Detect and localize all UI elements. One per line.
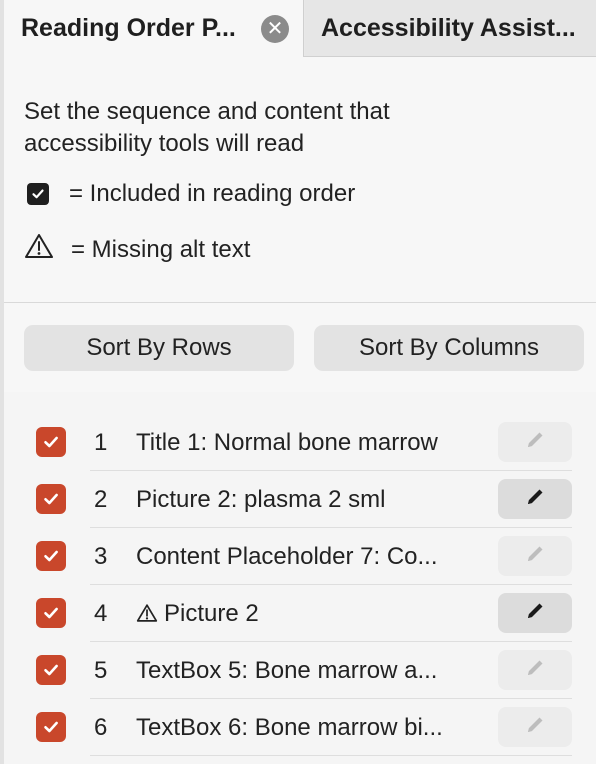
sort-by-rows-button[interactable]: Sort By Rows <box>24 325 294 371</box>
item-label-text: Picture 2: plasma 2 sml <box>136 486 386 513</box>
item-label: TextBox 6: Bone marrow bi... <box>136 699 484 756</box>
item-label-text: TextBox 6: Bone marrow bi... <box>136 714 443 741</box>
sort-by-columns-button[interactable]: Sort By Columns <box>314 325 584 371</box>
legend-missing-label: = Missing alt text <box>71 235 251 263</box>
list-item[interactable]: 6 TextBox 6: Bone marrow bi... <box>26 699 572 756</box>
tab-accessibility-assistant[interactable]: Accessibility Assist... <box>305 0 596 56</box>
edit-alt-text-button[interactable] <box>498 422 572 462</box>
item-label: Content Placeholder 7: Co... <box>136 528 484 585</box>
list-item[interactable]: 5 TextBox 5: Bone marrow a... <box>26 642 572 699</box>
divider <box>4 302 596 303</box>
close-icon[interactable]: ✕ <box>261 15 289 43</box>
pencil-icon <box>524 657 546 684</box>
edit-alt-text-button[interactable] <box>498 593 572 633</box>
item-label-text: Picture 2 <box>164 600 259 627</box>
item-number: 2 <box>94 486 108 513</box>
include-checkbox[interactable] <box>36 712 66 742</box>
item-number: 4 <box>94 600 108 627</box>
legend-included-label: = Included in reading order <box>69 180 356 207</box>
item-label: Picture 2 <box>136 585 484 642</box>
warning-triangle-icon <box>24 232 54 267</box>
item-number: 3 <box>94 543 108 570</box>
legend-missing-alt: = Missing alt text <box>24 232 250 267</box>
item-label: Picture 2: plasma 2 sml <box>136 471 484 528</box>
pencil-icon <box>524 543 546 570</box>
item-number: 1 <box>94 429 108 456</box>
item-label-text: TextBox 5: Bone marrow a... <box>136 657 438 684</box>
edit-alt-text-button[interactable] <box>498 650 572 690</box>
pencil-icon <box>524 600 546 627</box>
pencil-icon <box>524 429 546 456</box>
legend-included: = Included in reading order <box>24 180 355 208</box>
item-label: Title 1: Normal bone marrow <box>136 414 484 471</box>
list-item[interactable]: 2 Picture 2: plasma 2 sml <box>26 471 572 528</box>
include-checkbox[interactable] <box>36 598 66 628</box>
edit-alt-text-button[interactable] <box>498 707 572 747</box>
item-number: 6 <box>94 714 108 741</box>
item-number: 5 <box>94 657 108 684</box>
list-item[interactable]: 1 Title 1: Normal bone marrow <box>26 414 572 471</box>
tab-reading-order[interactable]: Reading Order P... ✕ <box>4 0 304 57</box>
pencil-icon <box>524 714 546 741</box>
edit-alt-text-button[interactable] <box>498 479 572 519</box>
include-checkbox[interactable] <box>36 655 66 685</box>
item-label-text: Content Placeholder 7: Co... <box>136 543 438 570</box>
edit-alt-text-button[interactable] <box>498 536 572 576</box>
checkmark-icon <box>27 183 49 205</box>
include-checkbox[interactable] <box>36 427 66 457</box>
pencil-icon <box>524 486 546 513</box>
intro-text: Set the sequence and content that access… <box>24 98 390 157</box>
list-item[interactable]: 3 Content Placeholder 7: Co... <box>26 528 572 585</box>
tab-bar: Reading Order P... ✕ Accessibility Assis… <box>0 0 596 57</box>
tab-reading-order-label: Reading Order P... <box>21 14 236 42</box>
warning-triangle-icon <box>136 587 158 642</box>
item-label-text: Title 1: Normal bone marrow <box>136 429 438 456</box>
row-divider <box>90 755 572 756</box>
tab-accessibility-assistant-label: Accessibility Assist... <box>321 13 576 42</box>
list-item[interactable]: 4 Picture 2 <box>26 585 572 642</box>
include-checkbox[interactable] <box>36 541 66 571</box>
include-checkbox[interactable] <box>36 484 66 514</box>
item-label: TextBox 5: Bone marrow a... <box>136 642 484 699</box>
